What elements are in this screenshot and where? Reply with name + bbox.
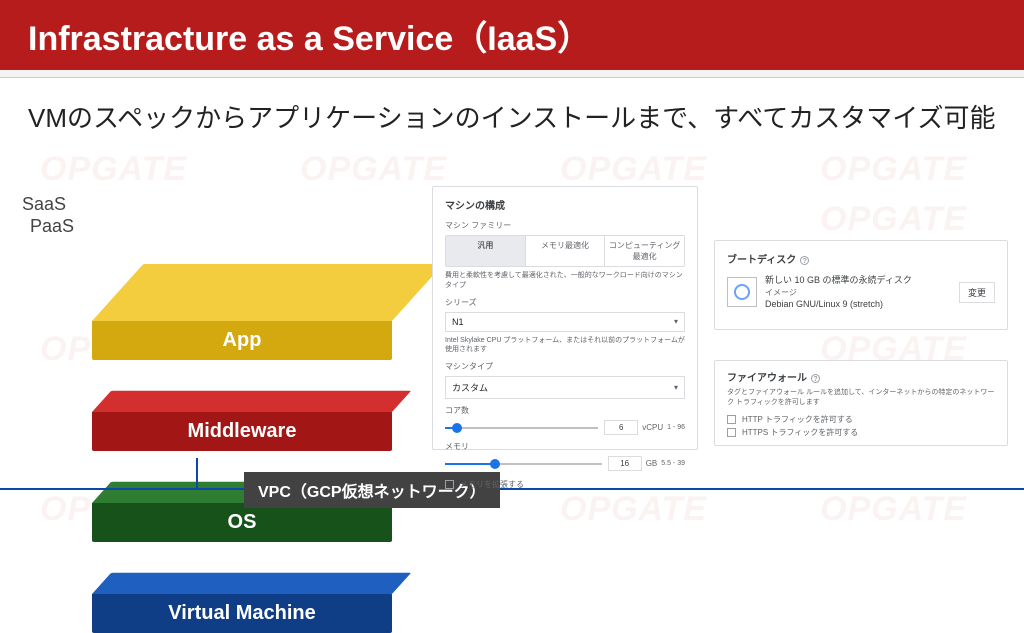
watermark: OPGATE (820, 150, 967, 189)
stack-layer-vm: Virtual Machine (92, 538, 412, 633)
cores-range: 1 - 96 (667, 424, 685, 431)
memory-range: 5.5 - 39 (661, 460, 685, 467)
disk-info: 新しい 10 GB の標準の永続ディスク イメージ Debian GNU/Lin… (765, 274, 959, 310)
slide-title-text: Infrastracture as a Service（IaaS） (28, 11, 591, 60)
memory-unit: GB (646, 459, 658, 468)
machine-family-tabs: 汎用 メモリ最適化 コンピューティング最適化 (445, 235, 685, 267)
slide-title: Infrastracture as a Service（IaaS） (0, 0, 1024, 70)
tab-memory-optimized[interactable]: メモリ最適化 (526, 236, 606, 266)
cores-unit: vCPU (642, 423, 663, 432)
vpc-connector-line (196, 458, 198, 488)
watermark: OPGATE (820, 490, 967, 529)
https-checkbox[interactable] (727, 428, 736, 437)
machine-family-hint: 費用と柔軟性を考慮して最適化された、一般的なワークロード向けのマシンタイプ (445, 271, 685, 291)
firewall-heading: ファイアウォール (727, 369, 995, 384)
machine-type-label: マシンタイプ (445, 361, 685, 372)
stack-label-app: App (223, 329, 262, 352)
watermark: OPGATE (820, 200, 967, 239)
machine-type-select[interactable]: カスタム (445, 376, 685, 399)
http-checkbox[interactable] (727, 415, 736, 424)
tab-compute-optimized[interactable]: コンピューティング最適化 (605, 236, 684, 266)
http-label: HTTP トラフィックを許可する (742, 414, 853, 425)
boot-disk-heading: ブートディスク (727, 251, 995, 266)
firewall-hint: タグとファイアウォール ルールを追加して、インターネットからの特定のネットワーク… (727, 388, 995, 408)
panel-machine-config: マシンの構成 マシン ファミリー 汎用 メモリ最適化 コンピューティング最適化 … (432, 186, 698, 450)
panel-firewall: ファイアウォール タグとファイアウォール ルールを追加して、インターネットからの… (714, 360, 1008, 446)
panel-boot-disk: ブートディスク 新しい 10 GB の標準の永続ディスク イメージ Debian… (714, 240, 1008, 330)
help-icon[interactable] (800, 256, 809, 265)
cores-slider[interactable] (445, 422, 598, 434)
tab-general[interactable]: 汎用 (446, 236, 526, 266)
extend-memory-checkbox[interactable] (445, 480, 454, 489)
label-saas: SaaS (22, 194, 66, 215)
help-icon[interactable] (811, 374, 820, 383)
change-disk-button[interactable]: 変更 (959, 282, 995, 303)
memory-slider-row: 16 GB 5.5 - 39 (445, 456, 685, 471)
memory-slider[interactable] (445, 458, 602, 470)
title-underline (0, 70, 1024, 78)
machine-heading: マシンの構成 (445, 197, 685, 212)
watermark: OPGATE (560, 150, 707, 189)
stack-label-middleware: Middleware (188, 420, 297, 443)
stack-layer-app: App (92, 171, 412, 360)
stack-layer-middleware: Middleware (92, 356, 412, 451)
series-label: シリーズ (445, 297, 685, 308)
disk-line1: 新しい 10 GB の標準の永続ディスク (765, 274, 959, 287)
slide-subtitle: VMのスペックからアプリケーションのインストールまで、すべてカスタマイズ可能 (28, 98, 995, 135)
disk-image-label: イメージ (765, 287, 959, 298)
https-label: HTTPS トラフィックを許可する (742, 427, 858, 438)
cores-value[interactable]: 6 (604, 420, 638, 435)
disk-icon (727, 277, 757, 307)
memory-label: メモリ (445, 441, 685, 452)
extend-memory-label: メモリを拡張する (460, 479, 524, 490)
stack-label-vm: Virtual Machine (168, 602, 315, 625)
extend-memory-row: メモリを拡張する (445, 479, 685, 490)
series-hint: Intel Skylake CPU プラットフォーム、またはそれ以前のプラットフ… (445, 336, 685, 356)
cores-label: コア数 (445, 405, 685, 416)
architecture-stack: App Middleware OS Virtual Machine (92, 175, 412, 633)
stack-label-os: OS (228, 511, 257, 534)
cores-slider-row: 6 vCPU 1 - 96 (445, 420, 685, 435)
machine-family-label: マシン ファミリー (445, 220, 685, 231)
disk-image-value: Debian GNU/Linux 9 (stretch) (765, 298, 959, 311)
watermark: OPGATE (560, 490, 707, 529)
series-select[interactable]: N1 (445, 312, 685, 332)
memory-value[interactable]: 16 (608, 456, 642, 471)
label-paas: PaaS (30, 216, 74, 237)
